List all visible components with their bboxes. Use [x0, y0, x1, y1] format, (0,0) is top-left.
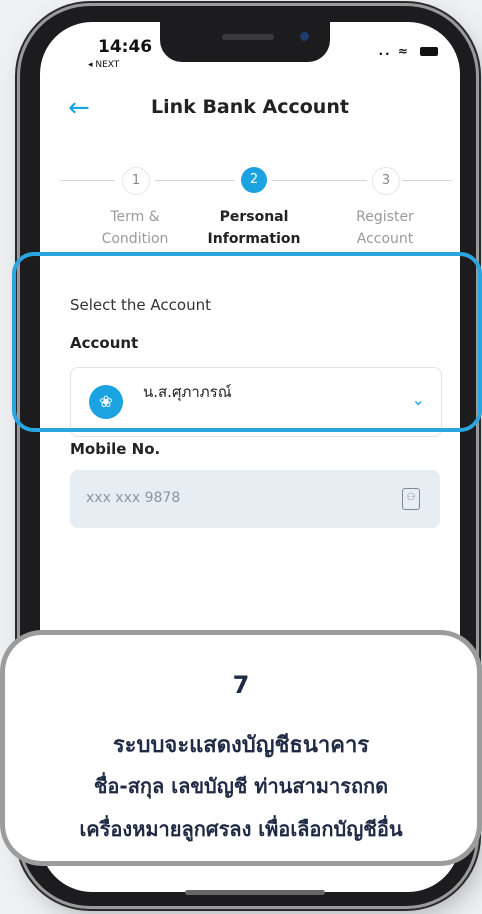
step-1-label-line1: Term & — [110, 209, 160, 225]
step-1-label-line2: Condition — [101, 231, 169, 247]
status-time: 14:46 — [98, 37, 153, 57]
mobile-label: Mobile No. — [70, 440, 161, 458]
home-indicator — [185, 890, 325, 895]
step-3-label-line1: Register — [356, 209, 414, 225]
page-title: Link Bank Account — [151, 96, 349, 118]
account-highlight-frame — [12, 252, 482, 432]
step-2-circle: 2 — [241, 167, 267, 193]
callout-step-number: 7 — [232, 671, 250, 699]
callout-line-3: เครื่องหมายลูกศรลง เพื่อเลือกบัญชีอื่น — [79, 817, 403, 841]
step-3-label-line2: Account — [356, 231, 414, 247]
progress-stepper: 1 2 3 Term & Condition Personal Informat… — [40, 162, 460, 262]
wifi-icon: ≈ — [397, 44, 410, 58]
step-1-label: Term & Condition — [75, 206, 195, 250]
instruction-callout: 7 ระบบจะแสดงบัญชีธนาคาร ชื่อ-สกุล เลขบัญ… — [0, 630, 482, 866]
signal-icon: .. — [378, 44, 392, 58]
step-3-circle: 3 — [372, 167, 400, 195]
page-header: ← Link Bank Account — [40, 90, 460, 130]
step-2-label: Personal Information — [194, 206, 314, 250]
step-2-label-line1: Personal — [219, 209, 289, 225]
back-to-app-link[interactable]: ◂ NEXT — [88, 60, 119, 70]
step-connector — [402, 180, 452, 181]
system-icons: .. ≈ — [378, 44, 438, 58]
step-connector — [60, 180, 115, 181]
speaker-grille — [222, 34, 274, 40]
step-connector — [272, 180, 367, 181]
step-connector — [155, 180, 235, 181]
callout-line-1: ระบบจะแสดงบัญชีธนาคาร — [112, 733, 370, 758]
mobile-input[interactable]: xxx xxx 9878 ⚇ — [70, 470, 440, 528]
mobile-value: xxx xxx 9878 — [86, 490, 181, 506]
contacts-icon[interactable]: ⚇ — [402, 488, 420, 510]
battery-icon — [420, 47, 438, 56]
step-3-label: Register Account — [325, 206, 445, 250]
step-1-circle: 1 — [122, 167, 150, 195]
phone-notch — [160, 22, 330, 62]
camera-icon — [300, 32, 309, 41]
callout-line-2: ชื่อ-สกุล เลขบัญชี ท่านสามารถกด — [93, 774, 389, 798]
step-2-label-line2: Information — [207, 231, 301, 247]
